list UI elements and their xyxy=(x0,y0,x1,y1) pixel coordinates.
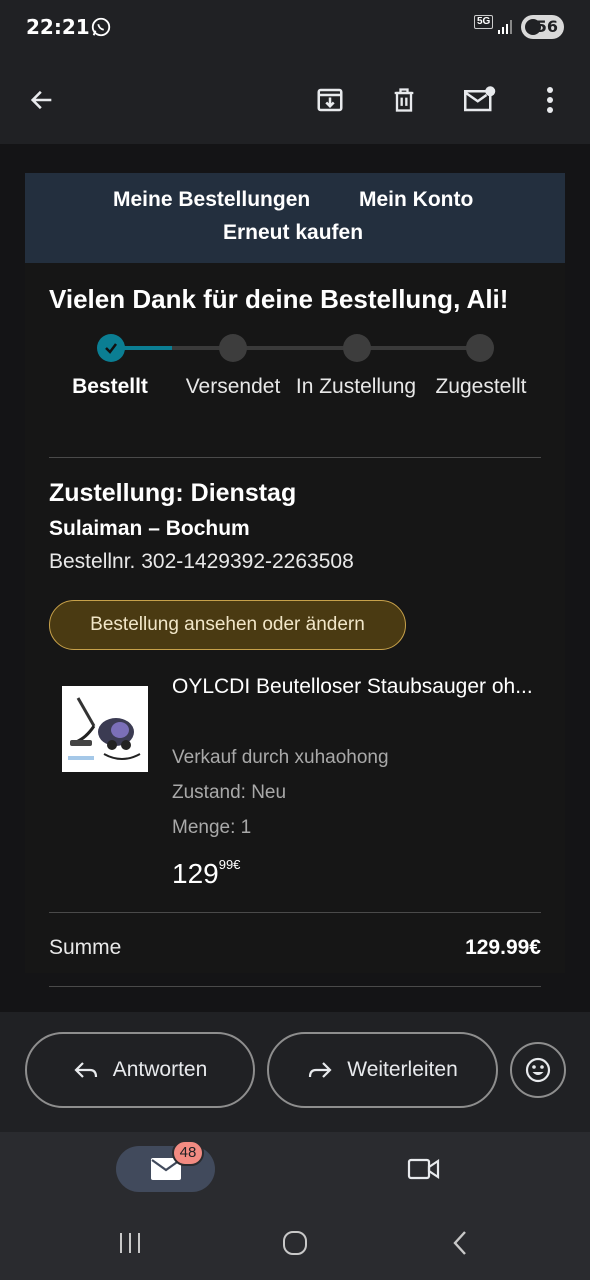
product-condition: Zustand: Neu xyxy=(172,782,287,803)
home-icon xyxy=(283,1231,307,1255)
sum-value: 129.99€ xyxy=(465,936,541,959)
battery-saver-icon xyxy=(525,19,541,35)
product-quantity: Menge: 1 xyxy=(172,817,252,838)
step-label-ordered: Bestellt xyxy=(72,375,148,398)
price-whole: 129 xyxy=(172,858,219,889)
archive-button[interactable] xyxy=(306,76,354,124)
price-fraction: 99€ xyxy=(218,857,241,872)
product-seller: Verkauf durch xuhaohong xyxy=(172,747,389,768)
divider xyxy=(49,912,541,913)
order-number: Bestellnr. 302-1429392-2263508 xyxy=(49,550,354,573)
vacuum-cleaner-image xyxy=(64,690,146,768)
forward-button[interactable]: Weiterleiten xyxy=(267,1032,498,1108)
step-dot-ordered xyxy=(97,334,125,362)
step-label-out-for-delivery: In Zustellung xyxy=(295,375,417,398)
email-toolbar xyxy=(0,56,590,144)
reply-label: Antworten xyxy=(112,1058,208,1081)
recent-apps-icon xyxy=(120,1233,140,1253)
mark-unread-icon xyxy=(464,86,496,112)
delivery-recipient: Sulaiman – Bochum xyxy=(49,517,250,540)
reply-button[interactable]: Antworten xyxy=(25,1032,255,1108)
network-badge: 5G xyxy=(474,15,494,29)
signal-icon xyxy=(498,20,512,34)
email-body: Meine Bestellungen Mein Konto Erneut kau… xyxy=(0,144,590,1012)
mark-unread-button[interactable] xyxy=(455,76,503,124)
home-button[interactable] xyxy=(275,1228,315,1258)
view-order-button[interactable]: Bestellung ansehen oder ändern xyxy=(49,600,406,650)
more-vert-icon xyxy=(547,87,553,113)
trash-icon xyxy=(394,88,414,112)
tracking-progress xyxy=(95,333,495,363)
delivery-date: Zustellung: Dienstag xyxy=(49,479,297,507)
step-label-delivered: Zugestellt xyxy=(435,375,527,398)
more-options-button[interactable] xyxy=(526,76,574,124)
archive-icon xyxy=(317,88,343,112)
reply-icon xyxy=(74,1062,97,1078)
buy-again-link[interactable]: Erneut kaufen xyxy=(223,221,363,245)
sum-label: Summe xyxy=(49,936,122,959)
amazon-nav-banner: Meine Bestellungen Mein Konto Erneut kau… xyxy=(25,173,565,263)
step-dot-out-for-delivery xyxy=(343,334,371,362)
video-camera-icon xyxy=(407,1158,440,1180)
back-chevron-icon xyxy=(453,1231,466,1255)
smiley-icon xyxy=(525,1057,551,1083)
divider xyxy=(49,457,541,458)
delete-button[interactable] xyxy=(380,76,428,124)
step-label-shipped: Versendet xyxy=(185,375,281,398)
step-dot-shipped xyxy=(219,334,247,362)
product-image[interactable] xyxy=(62,686,148,772)
product-price: 12999€ xyxy=(172,857,240,890)
battery-icon: 56 xyxy=(521,15,564,39)
back-nav-button[interactable] xyxy=(440,1228,480,1258)
whatsapp-icon xyxy=(91,17,111,37)
emoji-reaction-button[interactable] xyxy=(510,1042,566,1098)
thanks-heading: Vielen Dank für deine Bestellung, Ali! xyxy=(49,284,509,314)
check-icon xyxy=(105,343,117,354)
order-email: Meine Bestellungen Mein Konto Erneut kau… xyxy=(25,173,565,987)
forward-icon xyxy=(309,1062,332,1078)
meet-tab[interactable] xyxy=(404,1152,444,1186)
my-orders-link[interactable]: Meine Bestellungen xyxy=(113,188,310,212)
back-arrow-icon xyxy=(30,90,52,110)
bottom-nav: 48 xyxy=(0,1132,590,1206)
forward-label: Weiterleiten xyxy=(347,1058,458,1081)
system-navigation-bar xyxy=(0,1206,590,1280)
product-title[interactable]: OYLCDI Beutelloser Staubsauger oh... xyxy=(172,670,542,704)
my-account-link[interactable]: Mein Konto xyxy=(359,188,473,212)
recent-apps-button[interactable] xyxy=(110,1228,150,1258)
unread-count-badge: 48 xyxy=(172,1140,204,1166)
status-time: 22:21 xyxy=(26,15,90,39)
status-bar: 22:21 5G 56 xyxy=(0,0,590,56)
divider xyxy=(49,986,541,987)
step-dot-delivered xyxy=(466,334,494,362)
back-button[interactable] xyxy=(18,76,66,124)
